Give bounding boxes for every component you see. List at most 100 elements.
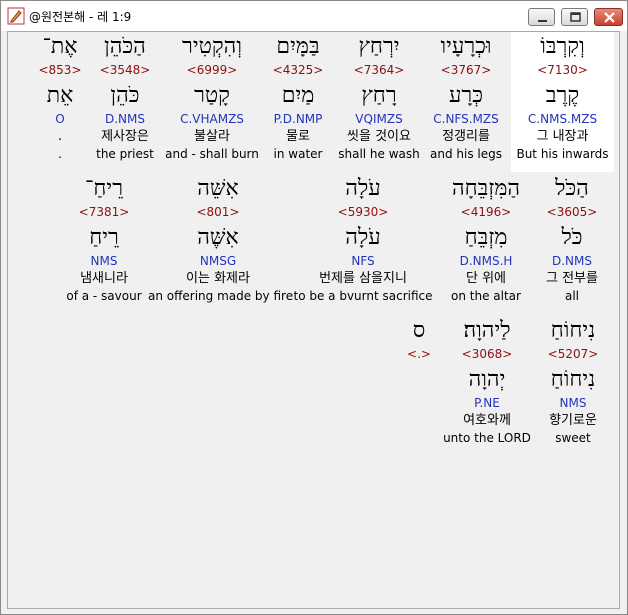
korean-gloss: 정갱리를	[442, 129, 490, 144]
english-gloss: of a - savour	[66, 289, 142, 303]
english-gloss: an offering made by fire	[148, 289, 294, 303]
morphology: NMSG	[199, 254, 237, 268]
morphology: P.D.NMP	[273, 112, 323, 126]
morphology: C.NFS.MZS	[433, 112, 499, 126]
word-cell[interactable]: עֹלָה <5930> עֹלָה NFS 번제를 삼을지니 to be a …	[292, 174, 434, 314]
morphology: NFS	[351, 254, 375, 268]
hebrew-word: אִשֵּׁה	[197, 176, 239, 201]
strong-number[interactable]: <4325>	[264, 63, 332, 77]
hebrew-root: אֵת	[46, 83, 74, 108]
window-title: @원전본해 - 레 1:9	[29, 10, 132, 24]
title-bar[interactable]: @원전본해 - 레 1:9	[1, 1, 627, 31]
strong-number[interactable]: <3767>	[426, 63, 506, 77]
hebrew-word: הַכֹּהֵן	[104, 34, 146, 59]
hebrew-word: רֵיחַ־	[84, 176, 124, 201]
strong-number[interactable]: <5930>	[292, 205, 434, 219]
korean-gloss: 물로	[286, 129, 310, 144]
morphology: D.NMS.H	[459, 254, 513, 268]
hebrew-root: כְּרָע	[448, 83, 483, 108]
strong-number[interactable]: <6999>	[164, 63, 260, 77]
hebrew-root: נִיחוֹחַ	[550, 367, 596, 392]
word-cell[interactable]: ס <.>	[404, 316, 434, 456]
hebrew-word: עֹלָה	[345, 176, 381, 201]
word-cell[interactable]: אֶת־ <853> אֵת O . .	[36, 32, 84, 172]
korean-gloss: 냄새니라	[80, 271, 128, 286]
korean-gloss: 불살라	[194, 129, 230, 144]
strong-number[interactable]: <7381>	[64, 205, 144, 219]
hebrew-word: בַּמָּיִם	[276, 34, 320, 59]
word-cell[interactable]: נִיחוֹחַ <5207> נִיחוֹחַ NMS 향기로운 sweet	[538, 316, 608, 456]
hebrew-root: קָטַר	[194, 83, 230, 108]
english-gloss: on the altar	[451, 289, 521, 303]
english-gloss: in water	[273, 147, 323, 161]
hebrew-word: יִרְחַץ	[358, 34, 400, 59]
word-cell[interactable]: לַיהוָה׃ <3068> יְהוָה P.NE 여호와께 unto th…	[440, 316, 534, 456]
strong-number[interactable]: <.>	[404, 347, 434, 361]
strong-number[interactable]: <801>	[148, 205, 288, 219]
korean-gloss: 제사장은	[101, 129, 149, 144]
word-cell[interactable]: בַּמָּיִם <4325> מַיִם P.D.NMP 물로 in wat…	[264, 32, 332, 172]
korean-gloss: 향기로운	[549, 413, 597, 428]
app-pencil-icon	[7, 7, 25, 25]
hebrew-word: אֶת־	[42, 34, 78, 59]
close-icon	[604, 12, 615, 23]
english-gloss: .	[58, 147, 62, 161]
strong-number[interactable]: <3068>	[440, 347, 534, 361]
english-gloss: shall he wash	[338, 147, 420, 161]
strong-number[interactable]: <4196>	[442, 205, 530, 219]
hebrew-word: נִיחוֹחַ	[550, 318, 596, 343]
hebrew-root	[404, 366, 434, 394]
english-gloss: and his legs	[430, 147, 502, 161]
korean-gloss: 그 내장과	[536, 129, 589, 144]
hebrew-root: עֹלָה	[345, 225, 381, 250]
word-cell[interactable]: אִשֵּׁה <801> אִשֶּׁה NMSG 이는 화제라 an off…	[148, 174, 294, 314]
strong-number[interactable]: <3605>	[535, 205, 609, 219]
app-window: @원전본해 - 레 1:9 וְקִרְבּוֹ <7130> קֶרֶב C.…	[0, 0, 628, 615]
interlinear-panel: וְקִרְבּוֹ <7130> קֶרֶב C.NMS.MZS 그 내장과 …	[7, 31, 620, 609]
morphology: D.NMS	[551, 254, 592, 268]
strong-number[interactable]: <7130>	[511, 63, 614, 77]
hebrew-word: הַכֹּל	[555, 176, 589, 201]
hebrew-root: אִשֶּׁה	[197, 225, 239, 250]
hebrew-root: יְהוָה	[468, 367, 506, 392]
morphology: D.NMS	[104, 112, 145, 126]
word-cell[interactable]: הַכֹּל <3605> כֹּל D.NMS 그 전부를 all	[535, 174, 609, 314]
korean-gloss: .	[57, 129, 63, 144]
word-cell[interactable]: הַמִּזְבֵּחָה <4196> מִזְבֵּחַ D.NMS.H 단…	[442, 174, 530, 314]
strong-number[interactable]: <3548>	[90, 63, 160, 77]
word-cell[interactable]: וּכְרָעָיו <3767> כְּרָע C.NFS.MZS 정갱리를 …	[426, 32, 506, 172]
strong-number[interactable]: <853>	[36, 63, 84, 77]
korean-gloss: 그 전부를	[546, 271, 598, 286]
hebrew-root: רֵיחַ	[89, 225, 119, 250]
english-gloss: But his inwards	[516, 147, 609, 161]
morphology: C.VHAMZS	[180, 112, 244, 126]
hebrew-root: רָחַץ	[361, 83, 397, 108]
english-gloss: unto the LORD	[443, 431, 531, 445]
hebrew-word: לַיהוָה׃	[463, 318, 511, 343]
word-cell[interactable]: הַכֹּהֵן <3548> כֹּהֵן D.NMS 제사장은 the pr…	[90, 32, 160, 172]
morphology: P.NE	[474, 396, 500, 410]
korean-gloss: 여호와께	[463, 413, 511, 428]
word-cell[interactable]: רֵיחַ־ <7381> רֵיחַ NMS 냄새니라 of a - savo…	[64, 174, 144, 314]
morphology: NMS	[90, 254, 118, 268]
english-gloss: sweet	[555, 431, 591, 445]
korean-gloss: 번제를 삼을지니	[319, 271, 407, 286]
close-button[interactable]	[594, 8, 623, 26]
english-gloss: to be a bvurnt sacrifice	[293, 289, 433, 303]
word-cell[interactable]: יִרְחַץ <7364> רָחַץ VQIMZS 씻을 것이요 shall…	[336, 32, 422, 172]
word-cell[interactable]: וְהִקְטִיר <6999> קָטַר C.VHAMZS 불살라 and…	[164, 32, 260, 172]
english-gloss: and - shall burn	[165, 147, 259, 161]
korean-gloss: 씻을 것이요	[347, 129, 411, 144]
hebrew-root: כֹּל	[561, 225, 583, 250]
minimize-icon	[538, 20, 547, 22]
word-cell[interactable]: וְקִרְבּוֹ <7130> קֶרֶב C.NMS.MZS 그 내장과 …	[511, 32, 614, 172]
strong-number[interactable]: <5207>	[538, 347, 608, 361]
minimize-button[interactable]	[528, 8, 555, 26]
strong-number[interactable]: <7364>	[336, 63, 422, 77]
morphology: O	[55, 112, 65, 126]
hebrew-root: קֶרֶב	[545, 83, 580, 108]
morphology: NMS	[559, 396, 587, 410]
maximize-button[interactable]	[561, 8, 588, 26]
morphology: C.NMS.MZS	[527, 112, 598, 126]
hebrew-word: וְהִקְטִיר	[182, 34, 242, 59]
